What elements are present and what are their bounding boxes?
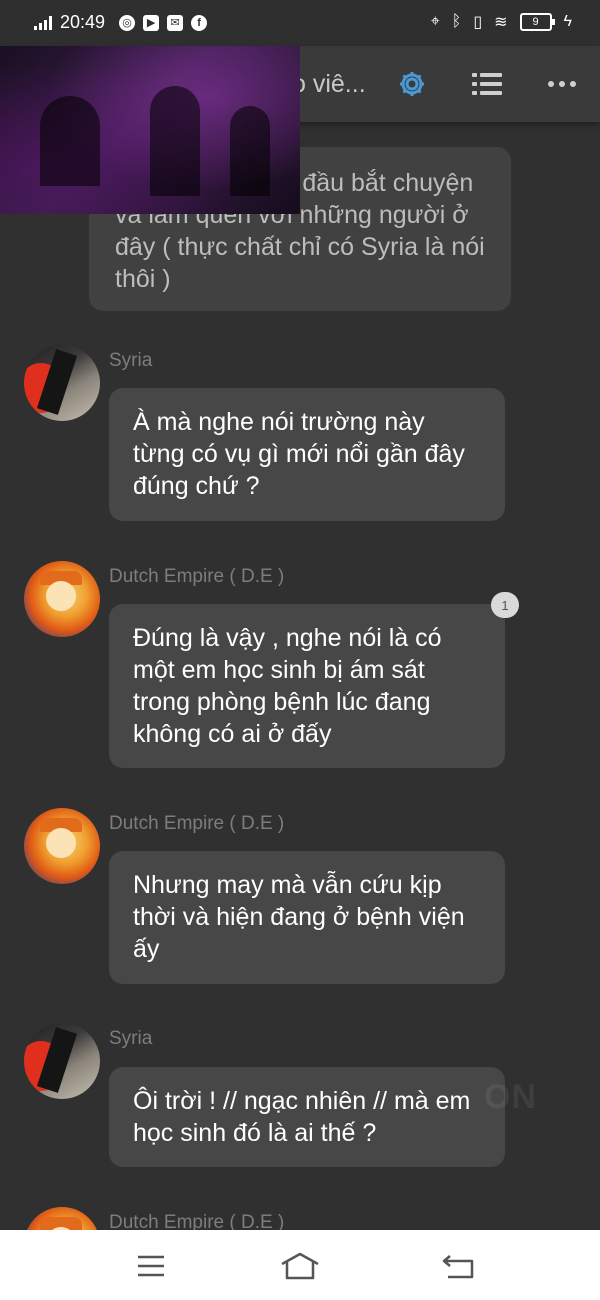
- status-time: 20:49: [60, 12, 106, 32]
- video-thumbnail[interactable]: [0, 46, 300, 214]
- battery-icon: 9: [519, 13, 555, 31]
- message-text: Đúng là vậy , nghe nói là có một em học …: [133, 624, 442, 748]
- sender-name: Syria: [109, 350, 153, 371]
- charging-icon: ϟ: [563, 13, 572, 30]
- message-text: Ôi trời ! // ngạc nhiên // mà em học sin…: [133, 1087, 471, 1147]
- chrome-icon: ◎: [119, 14, 136, 31]
- vibrate-icon: ▯: [473, 14, 483, 31]
- message-text: À mà nghe nói trường này từng có vụ gì m…: [133, 408, 465, 500]
- status-bar: 20:49 ◎ ▶ ✉ f ⌖ ᛒ ▯ ≋ 9 ϟ: [0, 0, 600, 46]
- message-bubble: Đúng là vậy , nghe nói là có một em học …: [109, 604, 505, 768]
- media-icon: ▶: [143, 14, 160, 31]
- comment-count-badge[interactable]: 1: [491, 592, 519, 618]
- location-icon: ⌖: [430, 13, 440, 30]
- menu-icon[interactable]: [131, 1248, 171, 1284]
- battery-level: 9: [532, 16, 539, 28]
- facebook-icon: f: [191, 14, 208, 31]
- watermark: ON: [484, 1078, 537, 1116]
- message-bubble: À mà nghe nói trường này từng có vụ gì m…: [109, 388, 505, 521]
- message-bubble: Nhưng may mà vẫn cứu kịp thời và hiện đa…: [109, 851, 505, 984]
- sender-name: Dutch Empire ( D.E ): [109, 813, 285, 834]
- sender-name: Dutch Empire ( D.E ): [109, 566, 285, 587]
- more-options-icon[interactable]: [544, 66, 580, 102]
- chapter-title[interactable]: o viê...: [292, 70, 366, 99]
- back-icon[interactable]: [438, 1248, 478, 1284]
- bluetooth-icon: ᛒ: [451, 13, 462, 30]
- home-icon[interactable]: [280, 1248, 320, 1284]
- signal-icon: [34, 15, 52, 30]
- message-bubble: Ôi trời ! // ngạc nhiên // mà em học sin…: [109, 1067, 505, 1167]
- gear-icon[interactable]: [394, 66, 430, 102]
- sender-name: Syria: [109, 1028, 153, 1049]
- message-text: Nhưng may mà vẫn cứu kịp thời và hiện đa…: [133, 871, 465, 963]
- system-navigation-bar: [0, 1230, 600, 1300]
- avatar-syria[interactable]: [24, 1023, 100, 1099]
- avatar-dutch-empire[interactable]: [24, 808, 100, 884]
- wifi-icon: ≋: [494, 14, 508, 31]
- avatar-dutch-empire[interactable]: [24, 561, 100, 637]
- mail-icon: ✉: [167, 14, 184, 31]
- avatar-syria[interactable]: [24, 345, 100, 421]
- list-icon[interactable]: [469, 66, 505, 102]
